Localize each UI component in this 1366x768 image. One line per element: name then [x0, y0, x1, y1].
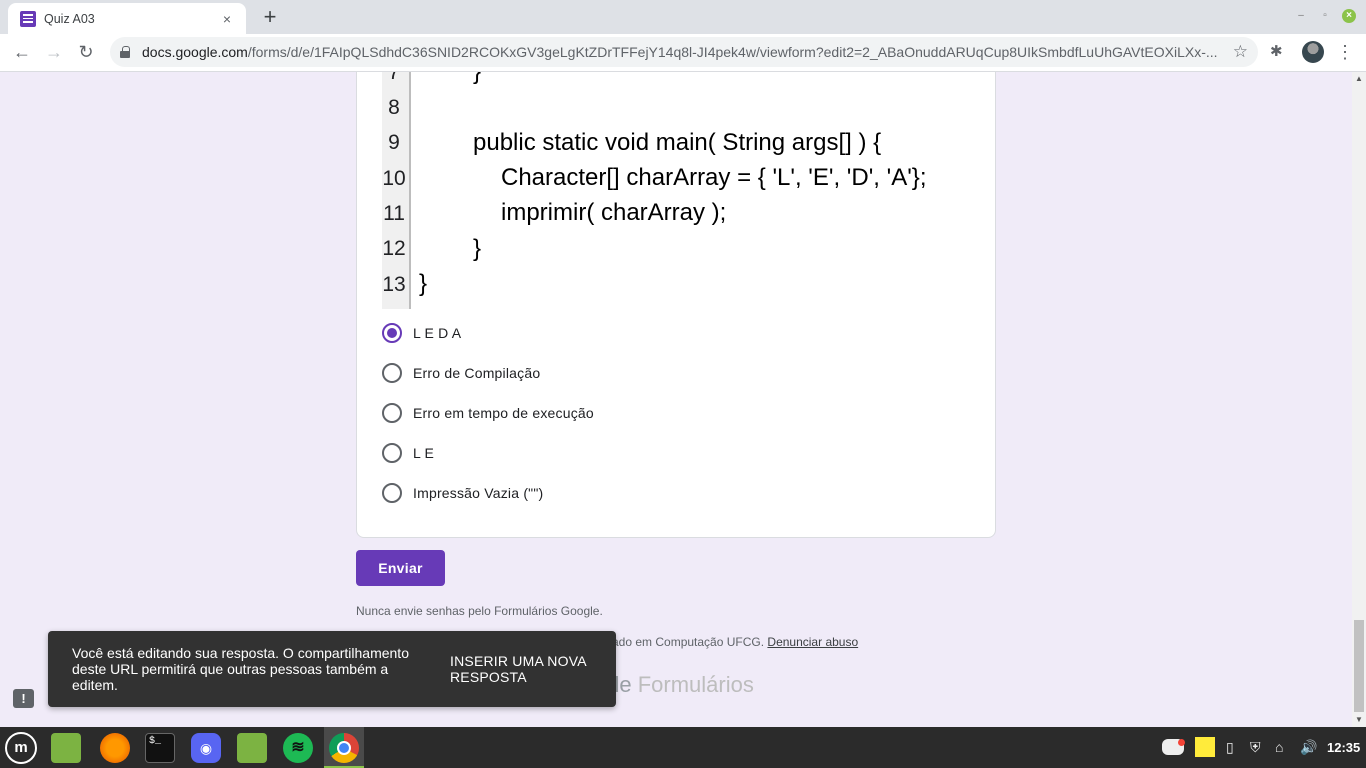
profile-avatar[interactable] — [1302, 41, 1324, 63]
footer-text: ado em Computação UFCG. — [612, 635, 765, 649]
lock-icon[interactable] — [120, 46, 130, 58]
url-text[interactable]: docs.google.com/forms/d/e/1FAIpQLSdhdC36… — [142, 44, 1217, 60]
snackbar-message: Você está editando sua resposta. O compa… — [72, 645, 409, 693]
option-erro-compilacao[interactable]: Erro de Compilação — [382, 361, 540, 385]
option-label: Erro em tempo de execução — [413, 405, 594, 421]
feedback-icon[interactable]: ! — [13, 689, 34, 708]
notification-dot-icon — [1178, 739, 1185, 746]
clipboard-tray-icon[interactable]: ▯ — [1226, 739, 1234, 756]
network-tray-icon[interactable]: ⌂ — [1275, 739, 1283, 755]
terminal-icon[interactable]: $_ — [145, 733, 175, 763]
minimize-icon[interactable]: – — [1294, 9, 1308, 23]
option-erro-execucao[interactable]: Erro em tempo de execução — [382, 401, 594, 425]
report-abuse-link[interactable]: Denunciar abuso — [767, 635, 858, 649]
option-label: L E — [413, 445, 435, 461]
reload-icon[interactable]: ↻ — [72, 38, 100, 66]
question-card: 7 8 9 10 11 12 13 } public static void m… — [356, 72, 996, 538]
page-scrollbar[interactable]: ▲ ▼ — [1352, 72, 1366, 727]
address-bar[interactable]: docs.google.com/forms/d/e/1FAIpQLSdhdC36… — [110, 37, 1258, 67]
discord-icon[interactable]: ◉ — [191, 733, 221, 763]
tab-title: Quiz A03 — [44, 11, 95, 26]
logo-word: Formulários — [637, 672, 754, 697]
radio-button[interactable] — [382, 403, 402, 423]
radio-button[interactable] — [382, 443, 402, 463]
new-response-button[interactable]: INSERIR UMA NOVA RESPOSTA — [450, 653, 600, 685]
line-number: 8 — [388, 96, 400, 119]
new-tab-button[interactable]: + — [258, 4, 282, 30]
window-controls: – ▫ × — [1294, 9, 1356, 23]
mint-menu-icon[interactable]: m — [5, 732, 37, 764]
password-warning: Nunca envie senhas pelo Formulários Goog… — [356, 604, 603, 618]
line-number: 13 — [382, 273, 406, 296]
radio-button[interactable] — [382, 363, 402, 383]
code-line: Character[] charArray = { 'L', 'E', 'D',… — [501, 164, 927, 191]
kebab-menu-icon[interactable]: ⋮ — [1336, 38, 1354, 66]
scroll-up-arrow-icon[interactable]: ▲ — [1355, 74, 1363, 83]
option-label: L E D A — [413, 325, 462, 341]
chrome-taskbar-button[interactable] — [324, 727, 364, 768]
radio-button-selected[interactable] — [382, 323, 402, 343]
line-number: 12 — [382, 237, 406, 260]
line-number: 7 — [388, 72, 400, 84]
code-snippet-image: 7 8 9 10 11 12 13 } public static void m… — [382, 72, 972, 309]
google-forms-favicon-icon — [20, 10, 36, 27]
form-page: 7 8 9 10 11 12 13 } public static void m… — [0, 72, 1352, 727]
close-tab-icon[interactable]: × — [218, 11, 236, 27]
back-arrow-icon[interactable]: ← — [8, 38, 36, 66]
code-line: } — [473, 235, 482, 262]
shield-tray-icon[interactable]: ⛨ — [1250, 739, 1261, 756]
option-impressao-vazia[interactable]: Impressão Vazia ("") — [382, 481, 543, 505]
line-number: 11 — [383, 202, 405, 225]
browser-tab-bar: Quiz A03 × + – ▫ × — [0, 0, 1366, 34]
clock[interactable]: 12:35 — [1327, 740, 1360, 755]
option-le[interactable]: L E — [382, 441, 434, 465]
line-number: 10 — [382, 167, 406, 190]
line-number: 9 — [388, 131, 400, 154]
files-folder-icon[interactable] — [51, 733, 81, 763]
code-line: imprimir( charArray ); — [501, 199, 727, 226]
radio-button[interactable] — [382, 483, 402, 503]
browser-toolbar: ← → ↻ docs.google.com/forms/d/e/1FAIpQLS… — [0, 34, 1366, 72]
chrome-icon — [329, 733, 359, 763]
code-line: } — [473, 72, 481, 85]
scrollbar-thumb[interactable] — [1354, 620, 1364, 712]
option-label: Erro de Compilação — [413, 365, 541, 381]
url-host: docs.google.com — [142, 44, 248, 60]
option-leda[interactable]: L E D A — [382, 321, 461, 345]
submit-button[interactable]: Enviar — [356, 550, 445, 586]
code-line: } — [419, 270, 428, 297]
url-path: /forms/d/e/1FAIpQLSdhdC36SNID2RCOKxGV3ge… — [247, 44, 1217, 60]
spotify-icon[interactable]: ≋ — [283, 733, 313, 763]
forward-arrow-icon[interactable]: → — [40, 38, 68, 66]
footer-disclaimer: ado em Computação UFCG. Denunciar abuso — [612, 635, 858, 649]
bookmark-star-icon[interactable]: ☆ — [1233, 42, 1248, 62]
extensions-puzzle-icon[interactable]: ✱ — [1270, 42, 1283, 60]
file-manager-icon[interactable] — [237, 733, 267, 763]
volume-tray-icon[interactable]: 🔊 — [1300, 739, 1317, 756]
code-line: public static void main( String args[] )… — [473, 129, 882, 156]
firefox-icon[interactable] — [100, 733, 130, 763]
close-window-icon[interactable]: × — [1342, 9, 1356, 23]
os-taskbar: m $_ ◉ ≋ ▯ ⛨ ⌂ 🔊 12:35 — [0, 727, 1366, 768]
option-label: Impressão Vazia ("") — [413, 485, 544, 501]
maximize-icon[interactable]: ▫ — [1318, 9, 1332, 23]
edit-response-snackbar: Você está editando sua resposta. O compa… — [48, 631, 616, 707]
sticky-notes-tray-icon[interactable] — [1195, 737, 1215, 757]
line-number-gutter: 7 8 9 10 11 12 13 — [382, 72, 411, 309]
tab-quiz-a03[interactable]: Quiz A03 × — [8, 3, 246, 34]
scroll-down-arrow-icon[interactable]: ▼ — [1355, 715, 1363, 724]
